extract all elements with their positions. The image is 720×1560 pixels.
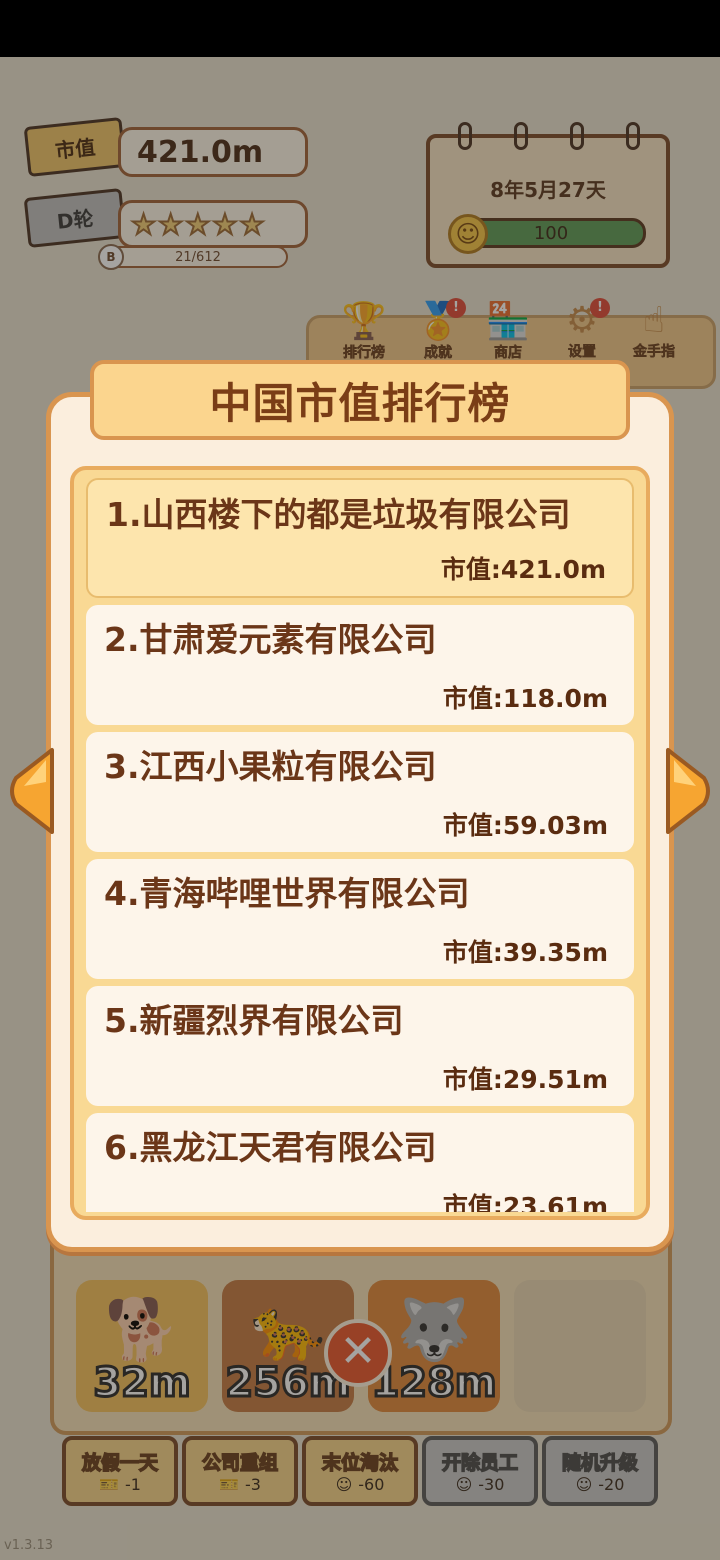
ranking-row: 2.甘肃爱元素有限公司 市值:118.0m [86,605,634,725]
arrow-left-icon[interactable] [6,746,56,836]
arrow-right-icon[interactable] [664,746,714,836]
ranking-header: 中国市值排行榜 [90,360,630,440]
ranking-row: 4.青海哔哩世界有限公司 市值:39.35m [86,859,634,979]
ranking-list[interactable]: 1.山西楼下的都是垃圾有限公司 市值:421.0m 2.甘肃爱元素有限公司 市值… [86,478,636,1212]
ranking-row: 1.山西楼下的都是垃圾有限公司 市值:421.0m [86,478,634,598]
ranking-row: 6.黑龙江天君有限公司 市值:23.61m [86,1113,634,1212]
ranking-title: 中国市值排行榜 [209,378,511,428]
ranking-row: 5.新疆烈界有限公司 市值:29.51m [86,986,634,1106]
ranking-row: 3.江西小果粒有限公司 市值:59.03m [86,732,634,852]
status-bar [0,0,720,57]
